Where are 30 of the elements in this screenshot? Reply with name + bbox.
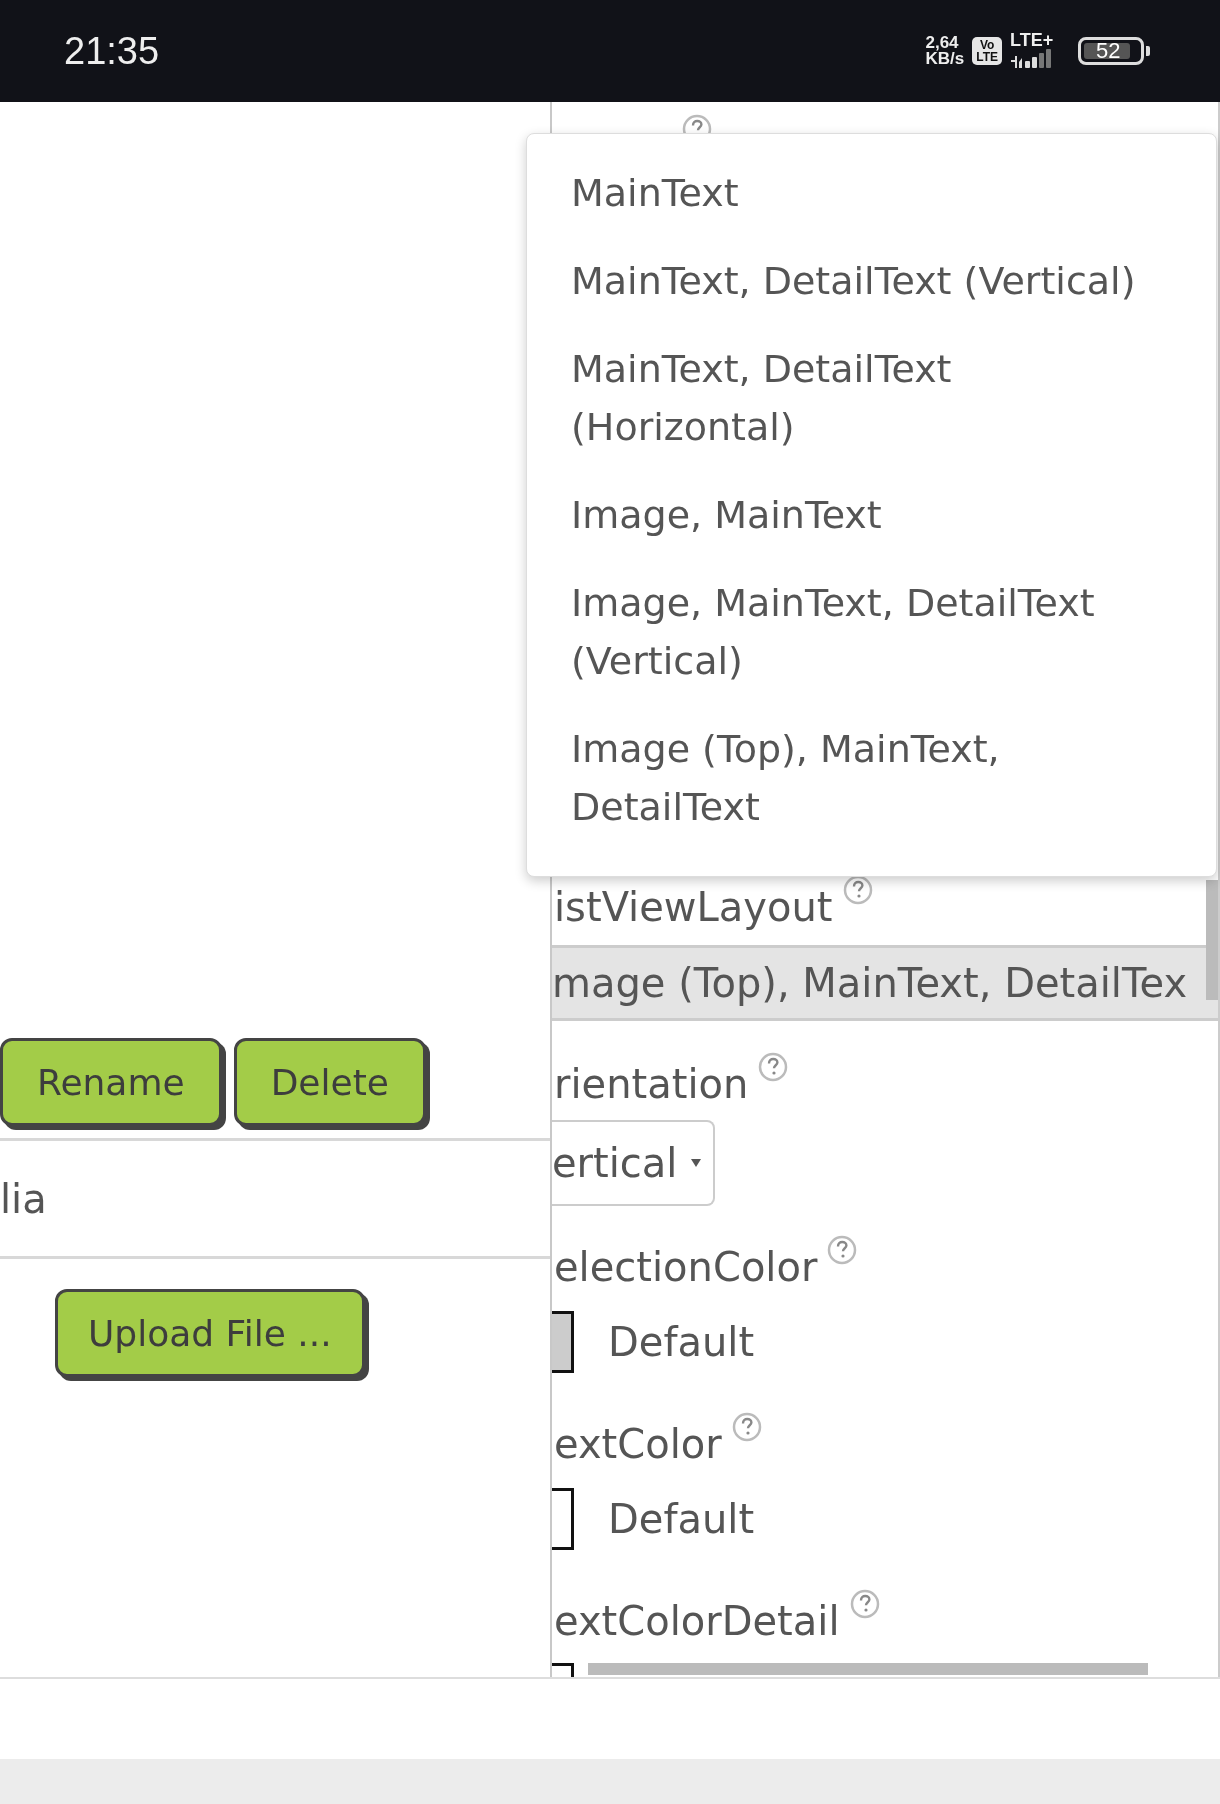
property-label: rientation (554, 1060, 749, 1109)
scrollbar[interactable] (588, 1663, 1148, 1675)
scrollbar[interactable] (1206, 880, 1218, 1000)
property-label: electionColor (554, 1243, 818, 1292)
property-label: extColor (554, 1420, 722, 1469)
color-value: Default (608, 1496, 755, 1542)
menu-item[interactable]: Image, MainText (571, 476, 1171, 564)
volte-badge: Vo LTE (972, 37, 1002, 65)
network-speed: 2,64 KB/s (925, 35, 965, 67)
help-icon[interactable] (842, 875, 873, 905)
menu-item[interactable]: MainText (571, 154, 1171, 242)
color-value: Default (608, 1319, 755, 1365)
menu-item[interactable]: MainText, DetailText (Vertical) (571, 242, 1171, 330)
property-label: extColorDetail (554, 1597, 840, 1646)
help-icon[interactable] (731, 1412, 762, 1442)
property-label: istViewLayout (554, 883, 833, 932)
asset-name[interactable]: lia (0, 1175, 47, 1222)
menu-item[interactable]: Image, MainText, DetailText (Vertical) (571, 564, 1171, 710)
help-icon[interactable] (849, 1589, 880, 1619)
clock-time: 21:35 (64, 29, 160, 73)
layout-select[interactable]: mage (Top), MainText, DetailTex (552, 945, 1218, 1021)
network-type: LTE+ (1010, 32, 1054, 48)
menu-item[interactable]: MainText, DetailText (Horizontal) (571, 330, 1171, 476)
color-swatch[interactable] (552, 1311, 574, 1373)
caret-icon (691, 1159, 702, 1167)
menu-item[interactable]: Image (Top), MainText, DetailText (571, 710, 1171, 856)
color-swatch[interactable] (552, 1488, 574, 1550)
help-icon[interactable] (758, 1052, 789, 1082)
orientation-select[interactable]: ertical (552, 1120, 716, 1206)
help-icon[interactable] (827, 1235, 858, 1265)
